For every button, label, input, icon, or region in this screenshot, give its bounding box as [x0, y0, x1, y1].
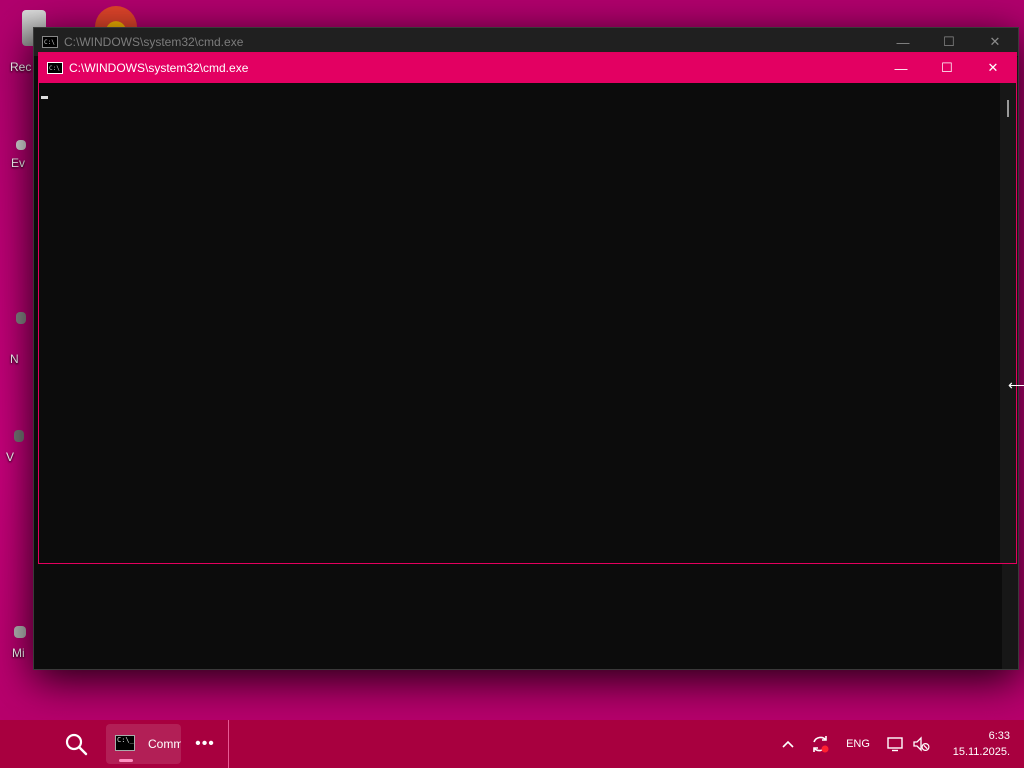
active-cmd-window[interactable]: C:\ C:\WINDOWS\system32\cmd.exe — ☐ ✕	[38, 52, 1017, 564]
show-hidden-icons-button[interactable]	[776, 720, 800, 768]
cmd-app-icon: C:\	[42, 36, 58, 48]
desktop-icon-label: Mi	[12, 646, 25, 660]
shortcut-icon	[16, 140, 26, 150]
taskbar-separator	[228, 720, 229, 768]
text-cursor	[41, 96, 48, 99]
shortcut-icon	[14, 626, 26, 638]
clock[interactable]: 6:33 15.11.2025.	[953, 728, 1010, 760]
shortcut-icon	[14, 430, 24, 442]
active-window-titlebar[interactable]: C:\ C:\WINDOWS\system32\cmd.exe — ☐ ✕	[39, 53, 1016, 83]
desktop-icon-browser[interactable]	[95, 6, 139, 48]
desktop-icon-shortcut[interactable]: V	[6, 430, 36, 470]
maximize-button[interactable]: ☐	[924, 54, 970, 82]
volume-button[interactable]	[910, 720, 932, 768]
desktop-icon-label: Ev	[11, 156, 26, 170]
more-apps-button[interactable]: •••	[192, 732, 218, 756]
network-icon	[887, 737, 903, 752]
scrollbar-thumb[interactable]	[1007, 100, 1009, 117]
cmd-app-icon: C:\	[47, 62, 63, 74]
active-window-title: C:\WINDOWS\system32\cmd.exe	[69, 61, 249, 75]
cmd-app-icon: C:\_	[115, 735, 135, 751]
desktop-icon-label: Rec	[10, 60, 32, 74]
network-button[interactable]	[884, 720, 906, 768]
desktop-icon-label: N	[10, 352, 19, 366]
shortcut-icon	[16, 312, 26, 324]
taskbar-item-label: Command Prompt	[148, 737, 181, 751]
language-indicator[interactable]: ENG	[840, 720, 876, 768]
close-button[interactable]: ✕	[970, 54, 1016, 82]
search-icon	[65, 733, 88, 756]
minimize-button[interactable]: —	[878, 54, 924, 82]
console-output-area[interactable]	[39, 83, 1000, 563]
desktop-icon-label: V	[6, 450, 15, 464]
search-button[interactable]	[63, 731, 89, 757]
clock-time: 6:33	[988, 730, 1010, 742]
vertical-scrollbar[interactable]	[1000, 83, 1016, 563]
chevron-up-icon	[782, 740, 794, 748]
active-app-indicator	[119, 759, 133, 762]
taskbar: C:\_ Command Prompt ••• ENG 6:33 15.11.2	[0, 720, 1024, 768]
resize-cursor-icon: ⟷	[1008, 377, 1024, 393]
sync-icon	[813, 736, 829, 753]
background-window-title: C:\WINDOWS\system32\cmd.exe	[64, 35, 244, 49]
volume-muted-icon	[913, 736, 930, 752]
sync-status-button[interactable]	[808, 720, 832, 768]
start-button[interactable]	[20, 733, 44, 757]
taskbar-item-command-prompt[interactable]: C:\_ Command Prompt	[106, 724, 181, 764]
clock-date: 15.11.2025.	[952, 746, 1010, 758]
